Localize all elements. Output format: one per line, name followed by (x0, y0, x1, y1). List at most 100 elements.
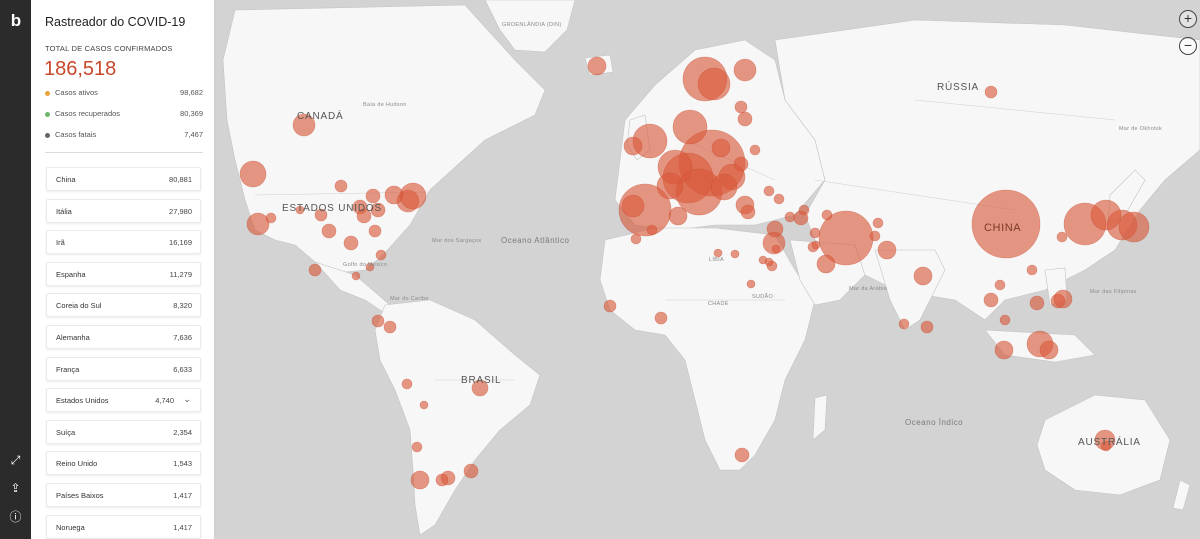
world-map[interactable]: CANADÁ ESTADOS UNIDOS BRASIL RÚSSIA CHIN… (215, 0, 1200, 539)
case-bubble[interactable] (587, 56, 607, 76)
case-bubble[interactable] (697, 67, 731, 101)
country-row[interactable]: Reino Unido 1,543 (46, 451, 201, 476)
case-bubble[interactable] (246, 212, 270, 236)
country-row[interactable]: Suíça 2,354 (46, 419, 201, 444)
case-bubble[interactable] (384, 185, 404, 205)
case-bubble[interactable] (419, 400, 429, 410)
label-china: CHINA (984, 222, 1022, 234)
case-bubble[interactable] (994, 340, 1014, 360)
country-row[interactable]: Alemanha 7,636 (46, 325, 201, 349)
country-row[interactable]: Países Baixos 1,417 (46, 483, 201, 507)
country-row[interactable]: China 80,881 (46, 167, 201, 191)
info-icon[interactable]: ⓘ (8, 510, 23, 525)
case-bubble[interactable] (646, 224, 658, 236)
case-bubble[interactable] (730, 249, 740, 259)
case-bubble[interactable] (1039, 340, 1059, 360)
expand-icon[interactable]: ⤢ (8, 453, 23, 468)
case-bubble[interactable] (668, 206, 688, 226)
case-bubble[interactable] (265, 212, 277, 224)
case-bubble[interactable] (749, 144, 761, 156)
case-bubble[interactable] (351, 271, 361, 281)
case-bubble[interactable] (734, 100, 748, 114)
case-bubble[interactable] (713, 248, 723, 258)
case-bubble[interactable] (435, 473, 449, 487)
case-bubble[interactable] (877, 240, 897, 260)
case-bubble[interactable] (654, 311, 668, 325)
case-bubble[interactable] (737, 111, 753, 127)
case-bubble[interactable] (771, 244, 781, 254)
case-bubble[interactable] (920, 320, 934, 334)
case-bubble[interactable] (1029, 295, 1045, 311)
case-bubble[interactable] (334, 179, 348, 193)
case-bubble[interactable] (623, 136, 643, 156)
case-bubble[interactable] (872, 217, 884, 229)
case-bubble[interactable] (239, 160, 267, 188)
case-bubble[interactable] (733, 58, 757, 82)
case-bubble[interactable] (999, 314, 1011, 326)
case-bubble[interactable] (758, 255, 768, 265)
chevron-down-icon[interactable]: ⌄ (182, 394, 192, 404)
case-bubble[interactable] (733, 156, 749, 172)
case-bubble[interactable] (983, 292, 999, 308)
case-bubble[interactable] (672, 109, 708, 145)
case-bubble[interactable] (621, 194, 645, 218)
case-bubble[interactable] (603, 299, 617, 313)
case-bubble[interactable] (343, 235, 359, 251)
case-bubble[interactable] (365, 188, 381, 204)
case-bubble[interactable] (1053, 289, 1073, 309)
case-bubble[interactable] (401, 378, 413, 390)
case-bubble[interactable] (656, 172, 684, 200)
zoom-out-button[interactable]: − (1179, 37, 1197, 55)
case-bubble[interactable] (913, 266, 933, 286)
label-brazil: BRASIL (461, 375, 502, 386)
country-row[interactable]: Estados Unidos 4,740 ⌄ (46, 388, 201, 413)
case-bubble[interactable] (984, 85, 998, 99)
case-bubble[interactable] (784, 211, 796, 223)
case-bubble[interactable] (463, 463, 479, 479)
case-bubble[interactable] (821, 209, 833, 221)
case-bubble[interactable] (321, 223, 337, 239)
case-bubble[interactable] (766, 220, 784, 238)
case-bubble[interactable] (798, 204, 810, 216)
divider (45, 152, 203, 153)
label-atlantic: Oceano Atlântico (501, 236, 570, 245)
share-icon[interactable]: ⇪ (8, 481, 23, 496)
case-bubble[interactable] (630, 233, 642, 245)
case-bubble[interactable] (371, 314, 385, 328)
country-row[interactable]: Coreia do Sul 8,320 (46, 293, 201, 318)
case-bubble[interactable] (734, 447, 750, 463)
bing-logo-icon[interactable]: b (8, 12, 24, 30)
case-bubble[interactable] (711, 138, 731, 158)
case-bubble[interactable] (411, 441, 423, 453)
country-row[interactable]: França 6,633 (46, 356, 201, 381)
case-bubble[interactable] (1118, 211, 1150, 243)
case-bubble[interactable] (368, 224, 382, 238)
case-bubble[interactable] (816, 254, 836, 274)
country-row[interactable]: Irã 16,169 (46, 230, 201, 255)
case-bubble[interactable] (809, 227, 821, 239)
case-bubble[interactable] (811, 240, 821, 250)
case-bubble[interactable] (710, 173, 738, 201)
case-bubble[interactable] (763, 185, 775, 197)
label-mexico-gulf: Golfo do México (343, 262, 388, 268)
country-row[interactable]: Noruega 1,417 (46, 514, 201, 539)
case-bubble[interactable] (1056, 231, 1068, 243)
case-bubble[interactable] (1026, 264, 1038, 276)
country-row[interactable]: Espanha 11,279 (46, 261, 201, 286)
case-bubble[interactable] (1090, 199, 1122, 231)
country-name: Irã (56, 238, 65, 248)
case-bubble[interactable] (746, 279, 756, 289)
case-bubble[interactable] (740, 204, 756, 220)
country-row[interactable]: Itália 27,980 (46, 198, 201, 223)
zoom-in-button[interactable]: + (1179, 10, 1197, 28)
map-canvas[interactable] (215, 0, 1200, 539)
case-bubble[interactable] (410, 470, 430, 490)
case-bubble[interactable] (773, 193, 785, 205)
case-bubble[interactable] (383, 320, 397, 334)
case-bubble[interactable] (869, 230, 881, 242)
case-bubble[interactable] (308, 263, 322, 277)
case-bubble[interactable] (994, 279, 1006, 291)
case-bubble[interactable] (375, 249, 387, 261)
case-bubble[interactable] (898, 318, 910, 330)
case-bubble[interactable] (399, 182, 427, 210)
